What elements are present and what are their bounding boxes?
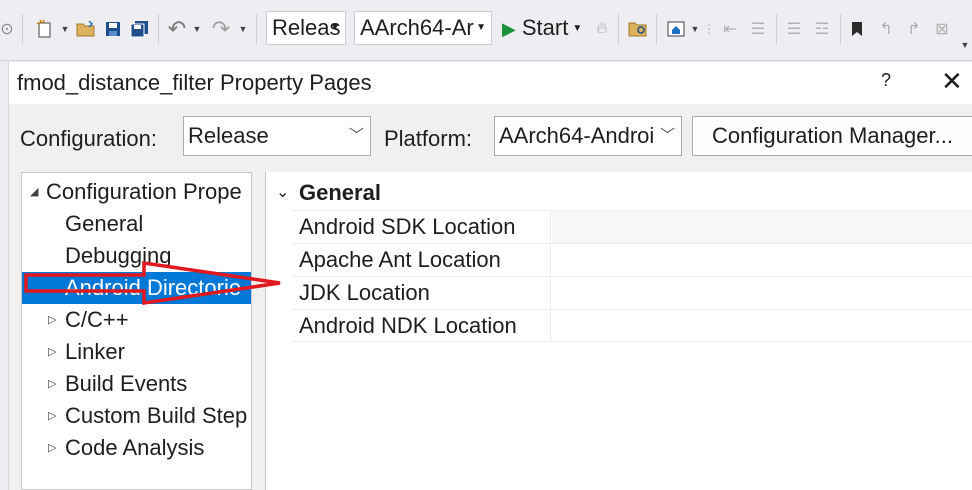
new-project-icon[interactable] (32, 14, 58, 44)
uncomment-icon[interactable]: ☲ (810, 14, 834, 44)
chevron-down-icon[interactable]: ▼ (60, 14, 70, 44)
chevron-down-icon: ▼ (572, 23, 583, 35)
tree-item-build-events[interactable]: ▷ Build Events (22, 368, 251, 400)
tree-item-label: Linker (65, 339, 125, 364)
save-all-icon[interactable] (128, 14, 152, 44)
property-value[interactable] (552, 244, 972, 276)
toolbar-separator (618, 14, 619, 44)
open-folder-icon[interactable] (74, 14, 98, 44)
home-window-icon[interactable] (664, 14, 688, 44)
undo-icon[interactable]: ↶ (164, 14, 190, 44)
start-label: Start (521, 15, 569, 40)
clear-bookmarks-icon[interactable]: ⊠ (930, 14, 954, 44)
main-toolbar: ⊙ ▼ ↶ ▼ ↷ ▼ Releas ▼ AArch64-Ar ▼ ▶ Start… (0, 0, 972, 61)
close-button[interactable]: ✕ (941, 66, 963, 96)
property-name: Android SDK Location (292, 211, 551, 243)
start-debugging-button[interactable]: ▶ Start ▼ (502, 11, 582, 45)
find-in-files-icon[interactable] (626, 14, 650, 44)
bookmark-icon[interactable] (846, 14, 868, 44)
chevron-down-icon[interactable]: ▼ (238, 14, 248, 44)
chevron-down-icon: ▼ (330, 22, 340, 33)
collapsed-triangle-icon[interactable]: ▷ (48, 368, 56, 400)
solution-configuration-dropdown[interactable]: Releas ▼ (266, 11, 346, 45)
tree-item-code-analysis[interactable]: ▷ Code Analysis (22, 432, 251, 464)
navigate-forward-icon[interactable]: ⊙ (0, 14, 14, 44)
configuration-label: Configuration: (20, 126, 157, 151)
toolbar-grip-icon: ⋮ (703, 22, 715, 36)
configuration-value: Release (188, 123, 269, 148)
tree-item-label: General (65, 211, 144, 236)
property-value[interactable] (552, 277, 972, 309)
collapsed-triangle-icon[interactable]: ▷ (48, 400, 56, 432)
toolbar-separator (840, 14, 841, 44)
property-row-android-sdk-location[interactable]: Android SDK Location (292, 210, 972, 243)
hot-reload-icon[interactable]: 🔥︎ (592, 14, 612, 44)
previous-bookmark-icon[interactable]: ↰ (874, 14, 898, 44)
toolbar-separator (256, 14, 257, 44)
property-tree: ◢ Configuration Prope General Debugging … (21, 172, 252, 490)
category-label: General (299, 180, 381, 205)
collapsed-triangle-icon[interactable]: ▷ (48, 336, 56, 368)
chevron-down-icon[interactable]: ⌄ (276, 176, 289, 210)
tree-item-linker[interactable]: ▷ Linker (22, 336, 251, 368)
property-grid: ⌄ General Android SDK Location Apache An… (265, 172, 972, 490)
toolbar-overflow-icon[interactable]: ▼ (958, 30, 972, 60)
toolbar-separator (776, 14, 777, 44)
save-icon[interactable] (102, 14, 124, 44)
next-bookmark-icon[interactable]: ↱ (902, 14, 926, 44)
category-general[interactable]: ⌄ General (266, 176, 972, 210)
tree-item-custom-build-step[interactable]: ▷ Custom Build Step (22, 400, 251, 432)
dialog-title: fmod_distance_filter Property Pages (17, 70, 372, 95)
play-icon: ▶ (502, 19, 516, 39)
configuration-manager-button[interactable]: Configuration Manager... (692, 116, 972, 156)
tree-item-general[interactable]: General (22, 208, 251, 240)
platform-label: Platform: (384, 126, 473, 151)
configuration-dropdown[interactable]: Release ﹀ (183, 116, 371, 156)
redo-icon[interactable]: ↷ (208, 14, 234, 44)
tree-item-label: Custom Build Step (65, 403, 248, 428)
property-name: Apache Ant Location (292, 244, 551, 276)
property-row-android-ndk-location[interactable]: Android NDK Location (292, 309, 972, 342)
property-value[interactable] (552, 310, 972, 342)
platform-dropdown[interactable]: AArch64-Androi ﹀ (494, 116, 682, 156)
expanded-triangle-icon[interactable]: ◢ (30, 176, 38, 208)
toolbar-separator (656, 14, 657, 44)
property-row-apache-ant-location[interactable]: Apache Ant Location (292, 243, 972, 276)
comment-icon[interactable]: ☰ (782, 14, 806, 44)
chevron-down-icon: ▼ (476, 22, 486, 33)
toolbar-separator (22, 14, 23, 44)
chevron-down-icon[interactable]: ▼ (690, 14, 700, 44)
property-row-jdk-location[interactable]: JDK Location (292, 276, 972, 309)
increase-indent-icon[interactable]: ☰ (746, 14, 770, 44)
chevron-down-icon[interactable]: ▼ (192, 14, 202, 44)
platform-value: AArch64-Androi (499, 123, 655, 148)
help-button[interactable]: ? (881, 70, 891, 91)
tree-item-label: Build Events (65, 371, 188, 396)
toolbar-separator (158, 14, 159, 44)
solution-platform-value: AArch64-Ar (360, 15, 474, 40)
property-name: Android NDK Location (292, 310, 551, 342)
tree-item-label: Code Analysis (65, 435, 205, 460)
solution-platform-dropdown[interactable]: AArch64-Ar ▼ (354, 11, 492, 45)
property-value[interactable] (552, 211, 972, 243)
annotation-arrow-icon (24, 260, 281, 306)
tree-item-label: Configuration Prope (46, 179, 242, 204)
property-name: JDK Location (292, 277, 551, 309)
tree-item-configuration-properties[interactable]: ◢ Configuration Prope (22, 176, 251, 208)
chevron-down-icon: ﹀ (659, 127, 675, 144)
dialog-title-bar: fmod_distance_filter Property Pages ? ✕ (9, 62, 972, 104)
decrease-indent-icon[interactable]: ⇤ (718, 14, 742, 44)
chevron-down-icon: ﹀ (348, 127, 364, 144)
collapsed-triangle-icon[interactable]: ▷ (48, 432, 56, 464)
